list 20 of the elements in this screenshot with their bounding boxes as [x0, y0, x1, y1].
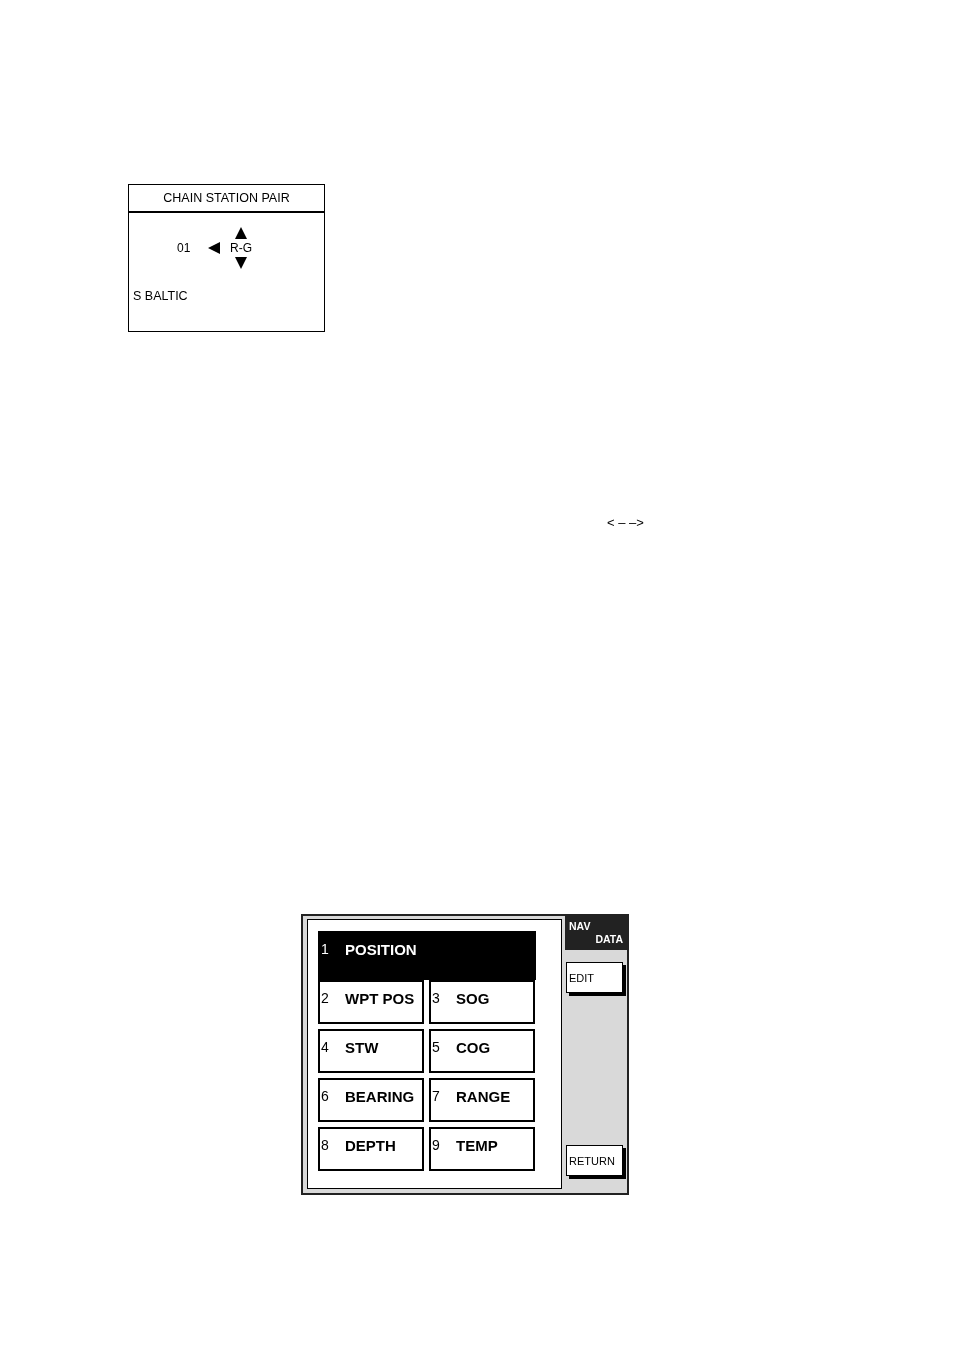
station-number: 01: [177, 241, 192, 255]
menu-option[interactable]: 7 RANGE: [429, 1078, 535, 1122]
menu-option[interactable]: 5 COG: [429, 1029, 535, 1073]
chain-name: S BALTIC: [133, 289, 189, 303]
menu-title: NAV DATA: [565, 916, 627, 950]
up-triangle-icon: [235, 227, 247, 239]
menu-option[interactable]: 3 SOG: [429, 980, 535, 1024]
panel-title: CHAIN STATION PAIR: [129, 185, 324, 213]
menu-option[interactable]: 8 DEPTH: [318, 1127, 424, 1171]
edit-button[interactable]: EDIT: [566, 962, 623, 993]
menu-option[interactable]: 4 STW: [318, 1029, 424, 1073]
menu-option[interactable]: 2 WPT POS: [318, 980, 424, 1024]
left-triangle-icon: [208, 242, 220, 254]
arrow-text: < – –>: [607, 515, 644, 530]
menu-option[interactable]: 6 BEARING: [318, 1078, 424, 1122]
down-triangle-icon: [235, 257, 247, 269]
menu-option[interactable]: 1 POSITION: [318, 931, 536, 980]
menu-option[interactable]: 9 TEMP: [429, 1127, 535, 1171]
return-button[interactable]: RETURN: [566, 1145, 623, 1176]
station-pair: R-G: [230, 241, 252, 255]
